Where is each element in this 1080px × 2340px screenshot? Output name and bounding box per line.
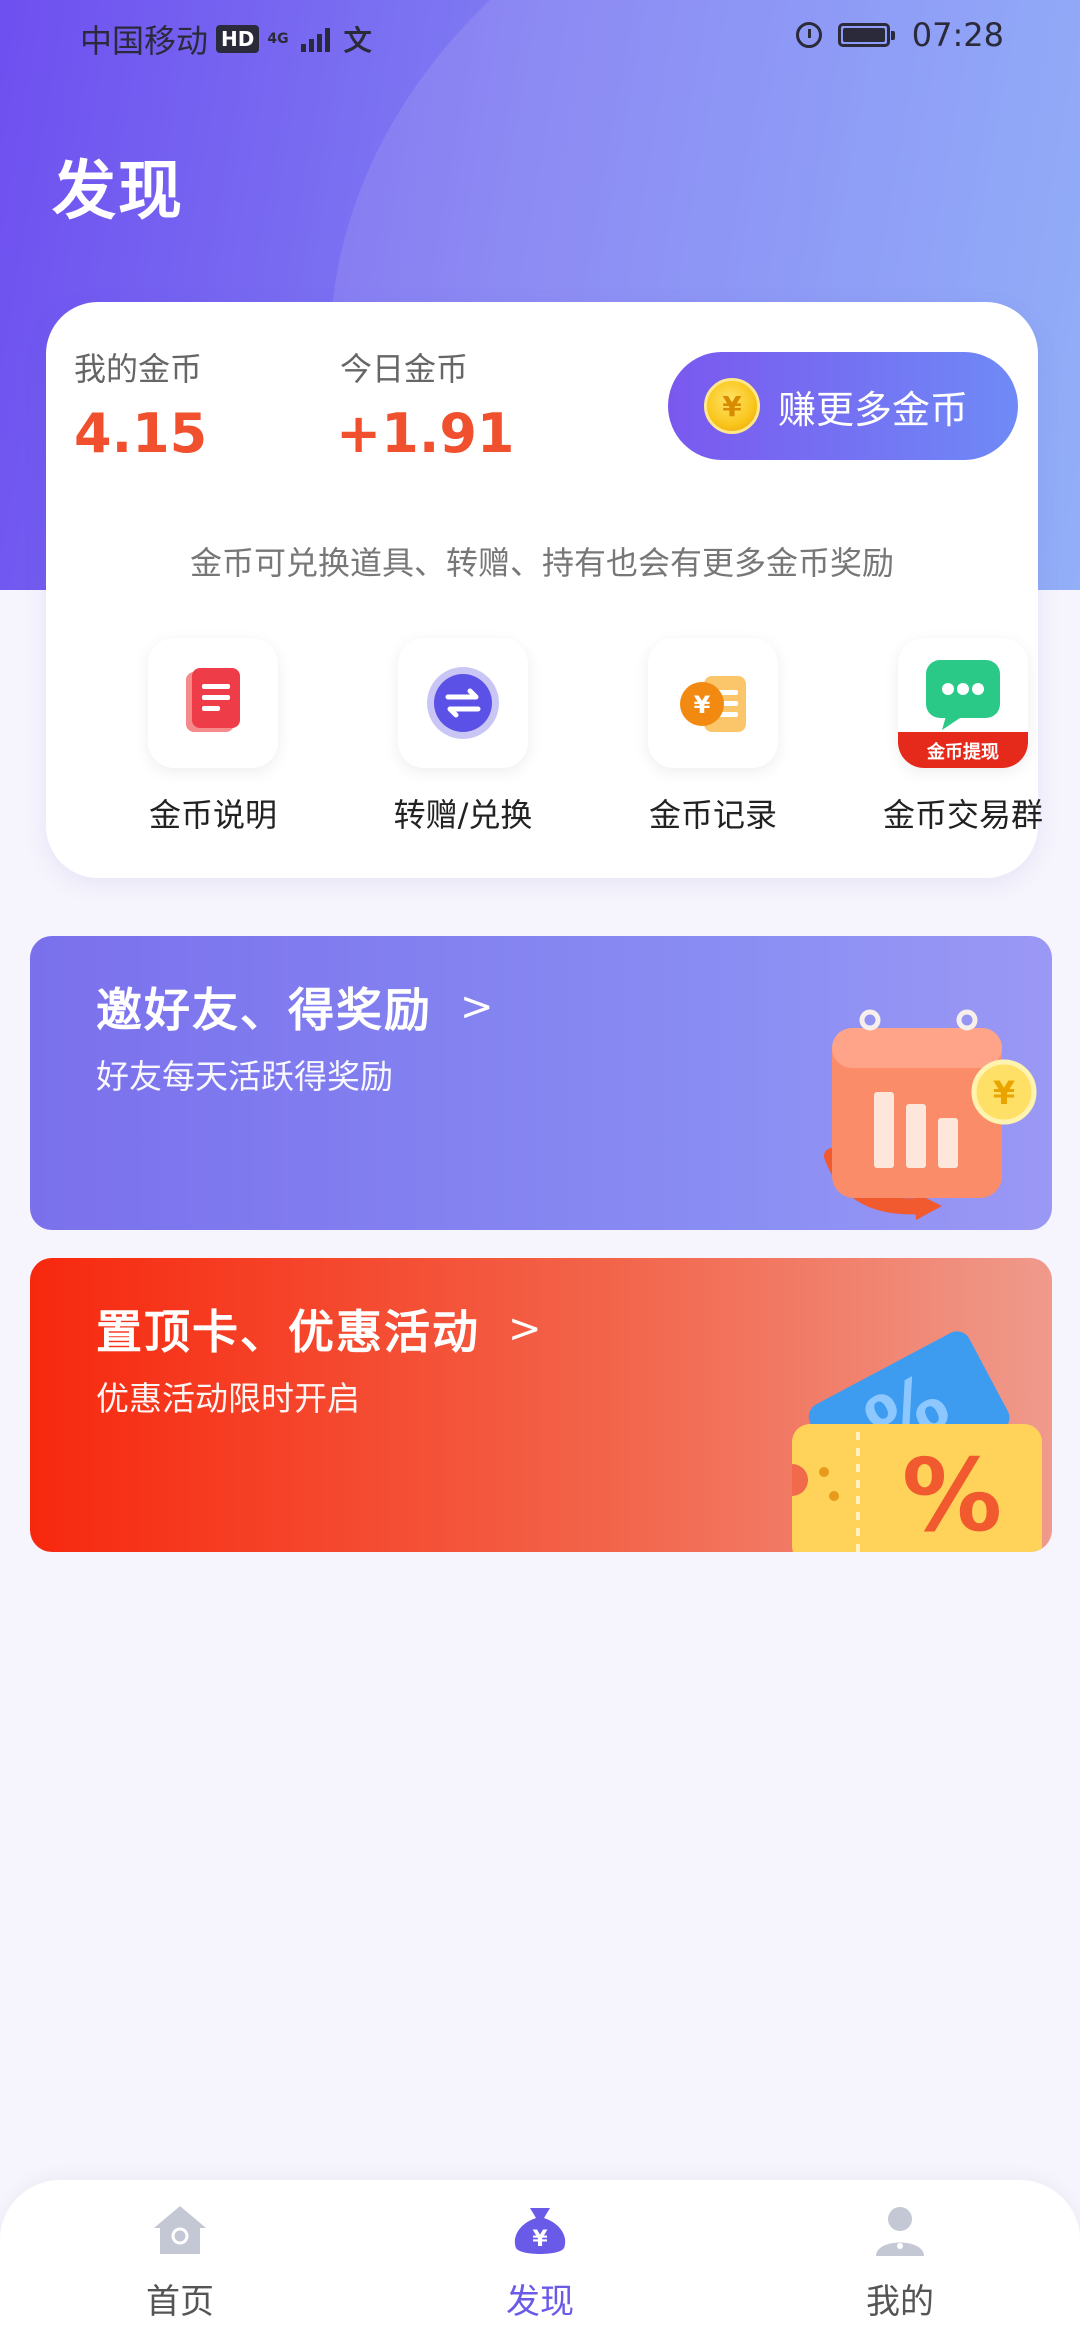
earn-more-coins-label: 赚更多金币 — [778, 387, 969, 432]
banner-title: 邀好友、得奖励 — [96, 983, 432, 1037]
alarm-icon — [795, 22, 822, 48]
svg-text:¥: ¥ — [694, 691, 711, 719]
coin-icon: ¥ — [704, 378, 760, 434]
invite-friends-banner[interactable]: 邀好友、得奖励 > 好友每天活跃得奖励 ¥ — [30, 936, 1052, 1230]
chevron-right-icon: > — [508, 1306, 544, 1352]
svg-text:¥: ¥ — [532, 2227, 548, 2252]
user-icon — [876, 2207, 924, 2256]
chat-icon: 金币提现 — [898, 638, 1028, 768]
svg-text:¥: ¥ — [993, 1074, 1015, 1112]
bottom-tab-bar: 首页 ¥ 发现 我的 — [0, 2180, 1080, 2340]
tab-discover[interactable]: ¥ 发现 — [440, 2202, 640, 2323]
status-bar: 中国移动 HD 4G 文 07:28 — [0, 0, 1080, 72]
hd-badge: HD — [216, 25, 260, 53]
carrier-name: 中国移动 — [80, 22, 209, 60]
coin-card: 我的金币 4.15 今日金币 +1.91 ¥ 赚更多金币 金币可兑换道具、转赠、… — [46, 302, 1043, 878]
menu-item-transfer-exchange[interactable]: 转赠/兑换 — [338, 638, 588, 836]
clock: 07:28 — [911, 16, 1004, 54]
menu-label: 金币交易群 — [882, 796, 1043, 834]
tab-profile[interactable]: 我的 — [800, 2202, 1000, 2323]
top-card-promo-banner[interactable]: 置顶卡、优惠活动 > 优惠活动限时开启 % % — [30, 1258, 1052, 1552]
svg-text:%: % — [902, 1437, 1002, 1552]
tab-label: 我的 — [866, 2282, 934, 2322]
banner-subtitle: 优惠活动限时开启 — [96, 1379, 360, 1418]
today-coins-label: 今日金币 — [340, 350, 469, 388]
my-coins-value: 4.15 — [74, 402, 208, 465]
banner-title-row: 邀好友、得奖励 > — [96, 974, 496, 1040]
status-right: 07:28 — [795, 16, 1004, 54]
banner-title-row: 置顶卡、优惠活动 > — [96, 1296, 544, 1362]
banner-title: 置顶卡、优惠活动 — [96, 1305, 480, 1359]
tab-label: 发现 — [506, 2282, 574, 2322]
menu-item-coin-guide[interactable]: 金币说明 — [88, 638, 338, 836]
translate-icon: 文 — [343, 24, 372, 57]
today-coins-value: +1.91 — [336, 402, 515, 465]
home-icon — [154, 2206, 206, 2254]
page-title: 发现 — [52, 155, 184, 229]
menu-item-coin-trading-group[interactable]: 金币提现 金币交易群 — [838, 638, 1080, 836]
coin-description: 金币可兑换道具、转赠、持有也会有更多金币奖励 — [189, 544, 894, 582]
coupon-illustration: % % — [792, 1331, 1042, 1552]
withdraw-badge: 金币提现 — [927, 742, 999, 763]
tab-label: 首页 — [146, 2282, 214, 2322]
earn-more-coins-button[interactable]: ¥ 赚更多金币 — [668, 352, 1018, 460]
chevron-right-icon: > — [460, 984, 496, 1030]
signal-icon — [300, 26, 330, 52]
coin-record-icon: ¥ — [648, 638, 778, 768]
battery-icon — [837, 23, 895, 47]
menu-item-coin-records[interactable]: ¥ 金币记录 — [588, 638, 838, 836]
calendar-gift-illustration: ¥ — [824, 1009, 1037, 1220]
money-bag-icon: ¥ — [514, 2208, 566, 2254]
exchange-icon — [398, 638, 528, 768]
tab-home[interactable]: 首页 — [80, 2202, 280, 2323]
menu-label: 金币记录 — [648, 796, 777, 834]
document-icon — [148, 638, 278, 768]
menu-label: 金币说明 — [148, 796, 277, 834]
menu-label: 转赠/兑换 — [393, 796, 533, 834]
banner-subtitle: 好友每天活跃得奖励 — [96, 1057, 393, 1096]
status-left: 中国移动 HD 4G 文 — [80, 16, 372, 62]
my-coins-label: 我的金币 — [74, 350, 203, 388]
network-type: 4G — [267, 30, 289, 47]
